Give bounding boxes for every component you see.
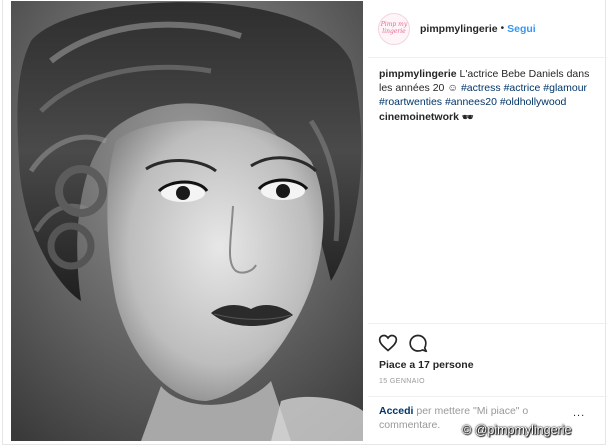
- comment-row: cinemoinetwork 🕶: [379, 111, 473, 123]
- hashtag[interactable]: #oldhollywood: [500, 96, 567, 108]
- caption-emoji: ☺: [447, 82, 459, 94]
- post-photo[interactable]: [11, 1, 363, 441]
- comment-username[interactable]: cinemoinetwork: [379, 111, 459, 123]
- caption-username[interactable]: pimpmylingerie: [379, 68, 457, 80]
- follow-button[interactable]: Segui: [507, 23, 536, 35]
- post-header: Pimp my lingerie pimpmylingerie • Segui: [368, 0, 607, 58]
- hashtag[interactable]: #roartwenties: [379, 96, 442, 108]
- header-username[interactable]: pimpmylingerie: [420, 23, 498, 35]
- comment-bubble-icon[interactable]: [408, 333, 428, 353]
- instagram-post: Pimp my lingerie pimpmylingerie • Segui …: [2, 0, 607, 445]
- post-date: 15 GENNAIO: [379, 378, 426, 385]
- more-options-icon[interactable]: ...: [573, 407, 585, 419]
- sunglasses-emoji: 🕶: [461, 112, 474, 122]
- hashtag[interactable]: #glamour: [543, 82, 587, 94]
- login-prompt: Accedi per mettere "Mi piace" o commenta…: [368, 396, 607, 447]
- hashtag[interactable]: #actress: [461, 82, 501, 94]
- post-caption: pimpmylingerie L'actrice Bebe Daniels da…: [379, 67, 601, 109]
- portrait-image: [11, 1, 363, 441]
- likes-count[interactable]: Piace a 17 persone: [379, 359, 474, 371]
- avatar[interactable]: Pimp my lingerie: [378, 12, 410, 45]
- header-separator: •: [500, 23, 505, 34]
- heart-icon[interactable]: [378, 333, 398, 353]
- watermark: © @pimpmylingerie: [462, 423, 572, 437]
- avatar-logo-text: Pimp my lingerie: [380, 20, 408, 35]
- hashtag[interactable]: #actrice: [504, 82, 541, 94]
- post-sidebar: Pimp my lingerie pimpmylingerie • Segui …: [368, 0, 607, 445]
- login-link[interactable]: Accedi: [379, 405, 413, 417]
- hashtag[interactable]: #annees20: [445, 96, 497, 108]
